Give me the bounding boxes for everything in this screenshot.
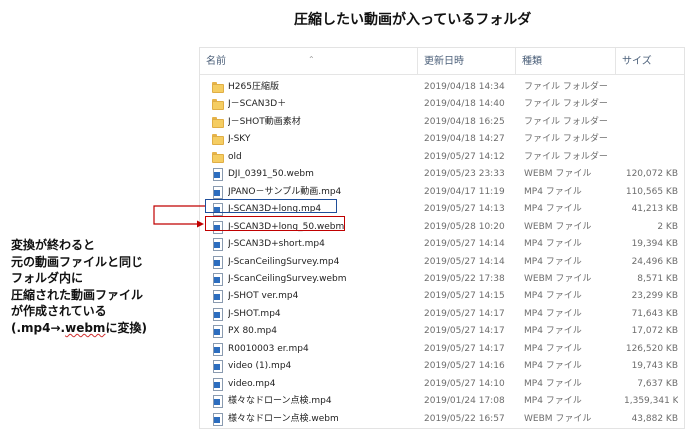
callout-line-2: 元の動画ファイルと同じ bbox=[11, 254, 144, 269]
callout-line-4: 圧縮された動画ファイル bbox=[11, 287, 144, 302]
callout-line-1: 変換が終わると bbox=[11, 238, 96, 252]
callout-arrow bbox=[153, 205, 205, 228]
callout-line-3: フォルダ内に bbox=[11, 271, 84, 286]
explanation-callout: 変換が終わると 元の動画ファイルと同じ フォルダ内に 圧縮された動画ファイル が… bbox=[11, 237, 147, 337]
callout-line-5: が作成されている bbox=[11, 304, 107, 319]
callout-arrow-head bbox=[197, 220, 204, 228]
callout-webm-word: webm bbox=[65, 320, 106, 335]
callout-line-6-suffix: に変換) bbox=[105, 320, 147, 335]
callout-line-6-prefix: (.mp4→. bbox=[11, 320, 66, 335]
callout-line-6: (.mp4→.webmに変換) bbox=[11, 320, 147, 337]
